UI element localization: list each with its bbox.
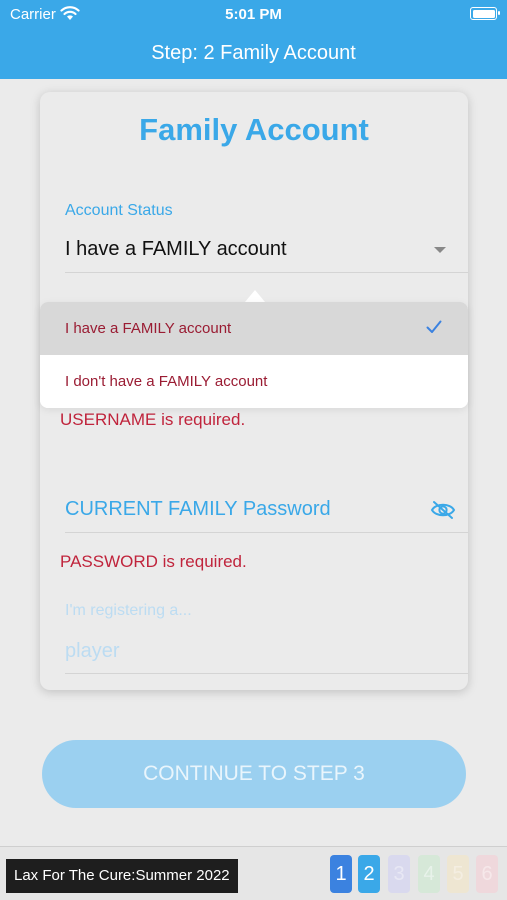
- bottom-bar: Lax For The Cure:Summer 2022 1 2 3 4 5 6: [0, 846, 507, 900]
- battery-icon: [470, 7, 500, 20]
- password-underline: [65, 532, 468, 533]
- nav-title: Step: 2 Family Account: [151, 42, 356, 64]
- password-error: PASSWORD is required.: [60, 552, 247, 571]
- account-status-popover: I have a FAMILY account I don't have a F…: [40, 302, 468, 408]
- step-6-button[interactable]: 6: [476, 855, 498, 893]
- option-label: I have a FAMILY account: [65, 320, 232, 337]
- account-status-label: Account Status: [65, 202, 173, 219]
- event-name-label: Lax For The Cure:Summer 2022: [6, 859, 238, 893]
- step-1-button[interactable]: 1: [330, 855, 352, 893]
- registering-underline: [65, 673, 468, 674]
- option-have-family-account[interactable]: I have a FAMILY account: [40, 302, 468, 355]
- registering-select[interactable]: player: [65, 640, 119, 663]
- step-2-button[interactable]: 2: [358, 855, 380, 893]
- card-title: Family Account: [139, 112, 369, 147]
- option-label: I don't have a FAMILY account: [65, 373, 268, 390]
- status-bar: Carrier 5:01 PM: [0, 0, 507, 28]
- nav-bar: Step: 2 Family Account: [0, 28, 507, 79]
- continue-button[interactable]: CONTINUE TO STEP 3: [42, 740, 466, 808]
- status-time: 5:01 PM: [225, 6, 282, 23]
- dropdown-arrow-icon[interactable]: [434, 247, 446, 253]
- registering-label: I'm registering a...: [65, 602, 192, 619]
- eye-slash-icon[interactable]: [430, 500, 456, 520]
- account-status-underline: [65, 272, 468, 273]
- step-4-button[interactable]: 4: [418, 855, 440, 893]
- account-status-select[interactable]: I have a FAMILY account: [65, 238, 287, 261]
- option-no-family-account[interactable]: I don't have a FAMILY account: [40, 355, 468, 408]
- username-error: USERNAME is required.: [60, 410, 246, 429]
- step-5-button[interactable]: 5: [447, 855, 469, 893]
- password-field[interactable]: CURRENT FAMILY Password: [65, 498, 331, 521]
- step-3-button[interactable]: 3: [388, 855, 410, 893]
- popover-caret: [245, 290, 265, 302]
- checkmark-icon: [426, 320, 442, 333]
